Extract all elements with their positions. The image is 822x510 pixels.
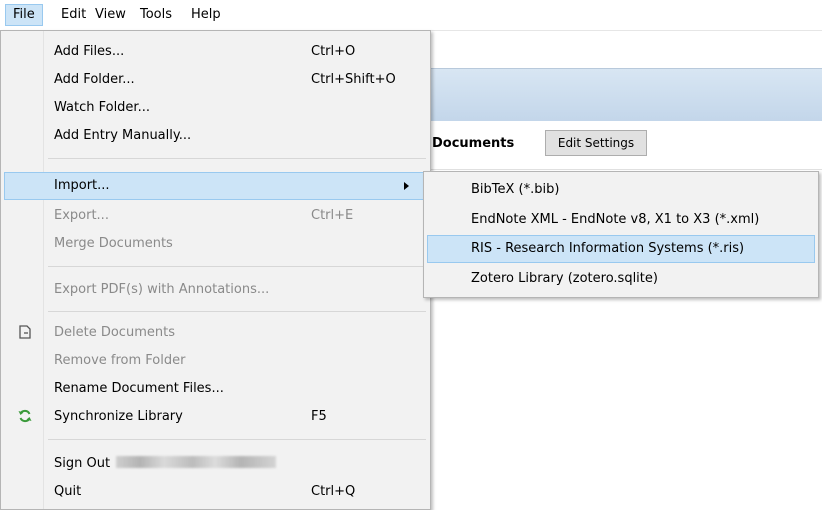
menu-item-sign-out[interactable]: Sign Out: [4, 450, 427, 478]
menu-item-label: Synchronize Library: [54, 409, 183, 424]
menu-item-merge-documents[interactable]: Merge Documents: [4, 230, 427, 258]
submenu-item-label: BibTeX (*.bib): [471, 182, 560, 197]
import-bibtex[interactable]: BibTeX (*.bib): [427, 176, 815, 204]
menu-tools[interactable]: Tools: [133, 4, 179, 26]
menu-item-export[interactable]: Export... Ctrl+E: [4, 202, 427, 230]
delete-document-icon: [17, 324, 33, 340]
menu-item-label: Export PDF(s) with Annotations...: [54, 282, 270, 297]
menu-file[interactable]: File: [5, 4, 43, 26]
submenu-item-label: RIS - Research Information Systems (*.ri…: [471, 241, 745, 256]
menu-item-remove-from-folder[interactable]: Remove from Folder: [4, 347, 427, 375]
menu-item-quit[interactable]: Quit Ctrl+Q: [4, 478, 427, 506]
menu-item-label: Export...: [54, 208, 109, 223]
menu-bar: File Edit View Tools Help: [0, 0, 822, 31]
menu-item-delete-documents[interactable]: Delete Documents: [4, 319, 427, 347]
import-zotero-library[interactable]: Zotero Library (zotero.sqlite): [427, 265, 815, 293]
menu-item-label: Rename Document Files...: [54, 381, 224, 396]
menu-item-label: Delete Documents: [54, 325, 175, 340]
menu-item-label: Remove from Folder: [54, 353, 186, 368]
menu-item-label: Quit: [54, 484, 82, 499]
sign-out-wrapper: Sign Out: [54, 456, 277, 471]
sync-icon: [17, 408, 33, 424]
edit-settings-button[interactable]: Edit Settings: [545, 130, 647, 156]
menu-item-label: Sign Out: [54, 456, 111, 471]
menu-item-label: Add Entry Manually...: [54, 128, 192, 143]
submenu-arrow-icon: [404, 182, 409, 190]
menu-item-shortcut: F5: [311, 409, 327, 424]
file-menu: Add Files... Ctrl+O Add Folder... Ctrl+S…: [0, 30, 431, 510]
menu-item-label: Watch Folder...: [54, 100, 150, 115]
import-submenu: BibTeX (*.bib) EndNote XML - EndNote v8,…: [423, 171, 819, 298]
menu-view[interactable]: View: [88, 4, 133, 26]
menu-item-rename-document-files[interactable]: Rename Document Files...: [4, 375, 427, 403]
menu-item-shortcut: Ctrl+Q: [311, 484, 356, 499]
menu-item-export-pdf[interactable]: Export PDF(s) with Annotations...: [4, 276, 427, 304]
redacted-account-name: [116, 456, 277, 468]
menu-item-label: Import...: [54, 178, 110, 193]
submenu-item-label: Zotero Library (zotero.sqlite): [471, 271, 658, 286]
submenu-item-label: EndNote XML - EndNote v8, X1 to X3 (*.xm…: [471, 212, 760, 227]
documents-title: Documents: [432, 136, 515, 151]
menu-item-label: Add Files...: [54, 44, 125, 59]
menu-item-shortcut: Ctrl+E: [311, 208, 354, 223]
menu-item-label: Merge Documents: [54, 236, 173, 251]
menu-separator: [48, 311, 426, 312]
menu-item-shortcut: Ctrl+O: [311, 44, 356, 59]
menu-separator: [48, 439, 426, 440]
menu-item-add-entry-manually[interactable]: Add Entry Manually...: [4, 122, 427, 150]
menu-item-shortcut: Ctrl+Shift+O: [311, 72, 396, 87]
menu-item-add-folder[interactable]: Add Folder... Ctrl+Shift+O: [4, 66, 427, 94]
menu-item-label: Add Folder...: [54, 72, 135, 87]
menu-item-synchronize-library[interactable]: Synchronize Library F5: [4, 403, 427, 431]
import-endnote-xml[interactable]: EndNote XML - EndNote v8, X1 to X3 (*.xm…: [427, 206, 815, 234]
menu-separator: [48, 158, 426, 159]
menu-help[interactable]: Help: [184, 4, 228, 26]
menu-item-watch-folder[interactable]: Watch Folder...: [4, 94, 427, 122]
menu-item-import[interactable]: Import...: [4, 172, 427, 200]
import-ris[interactable]: RIS - Research Information Systems (*.ri…: [427, 235, 815, 263]
menu-separator: [48, 266, 426, 267]
menu-item-add-files[interactable]: Add Files... Ctrl+O: [4, 38, 427, 66]
